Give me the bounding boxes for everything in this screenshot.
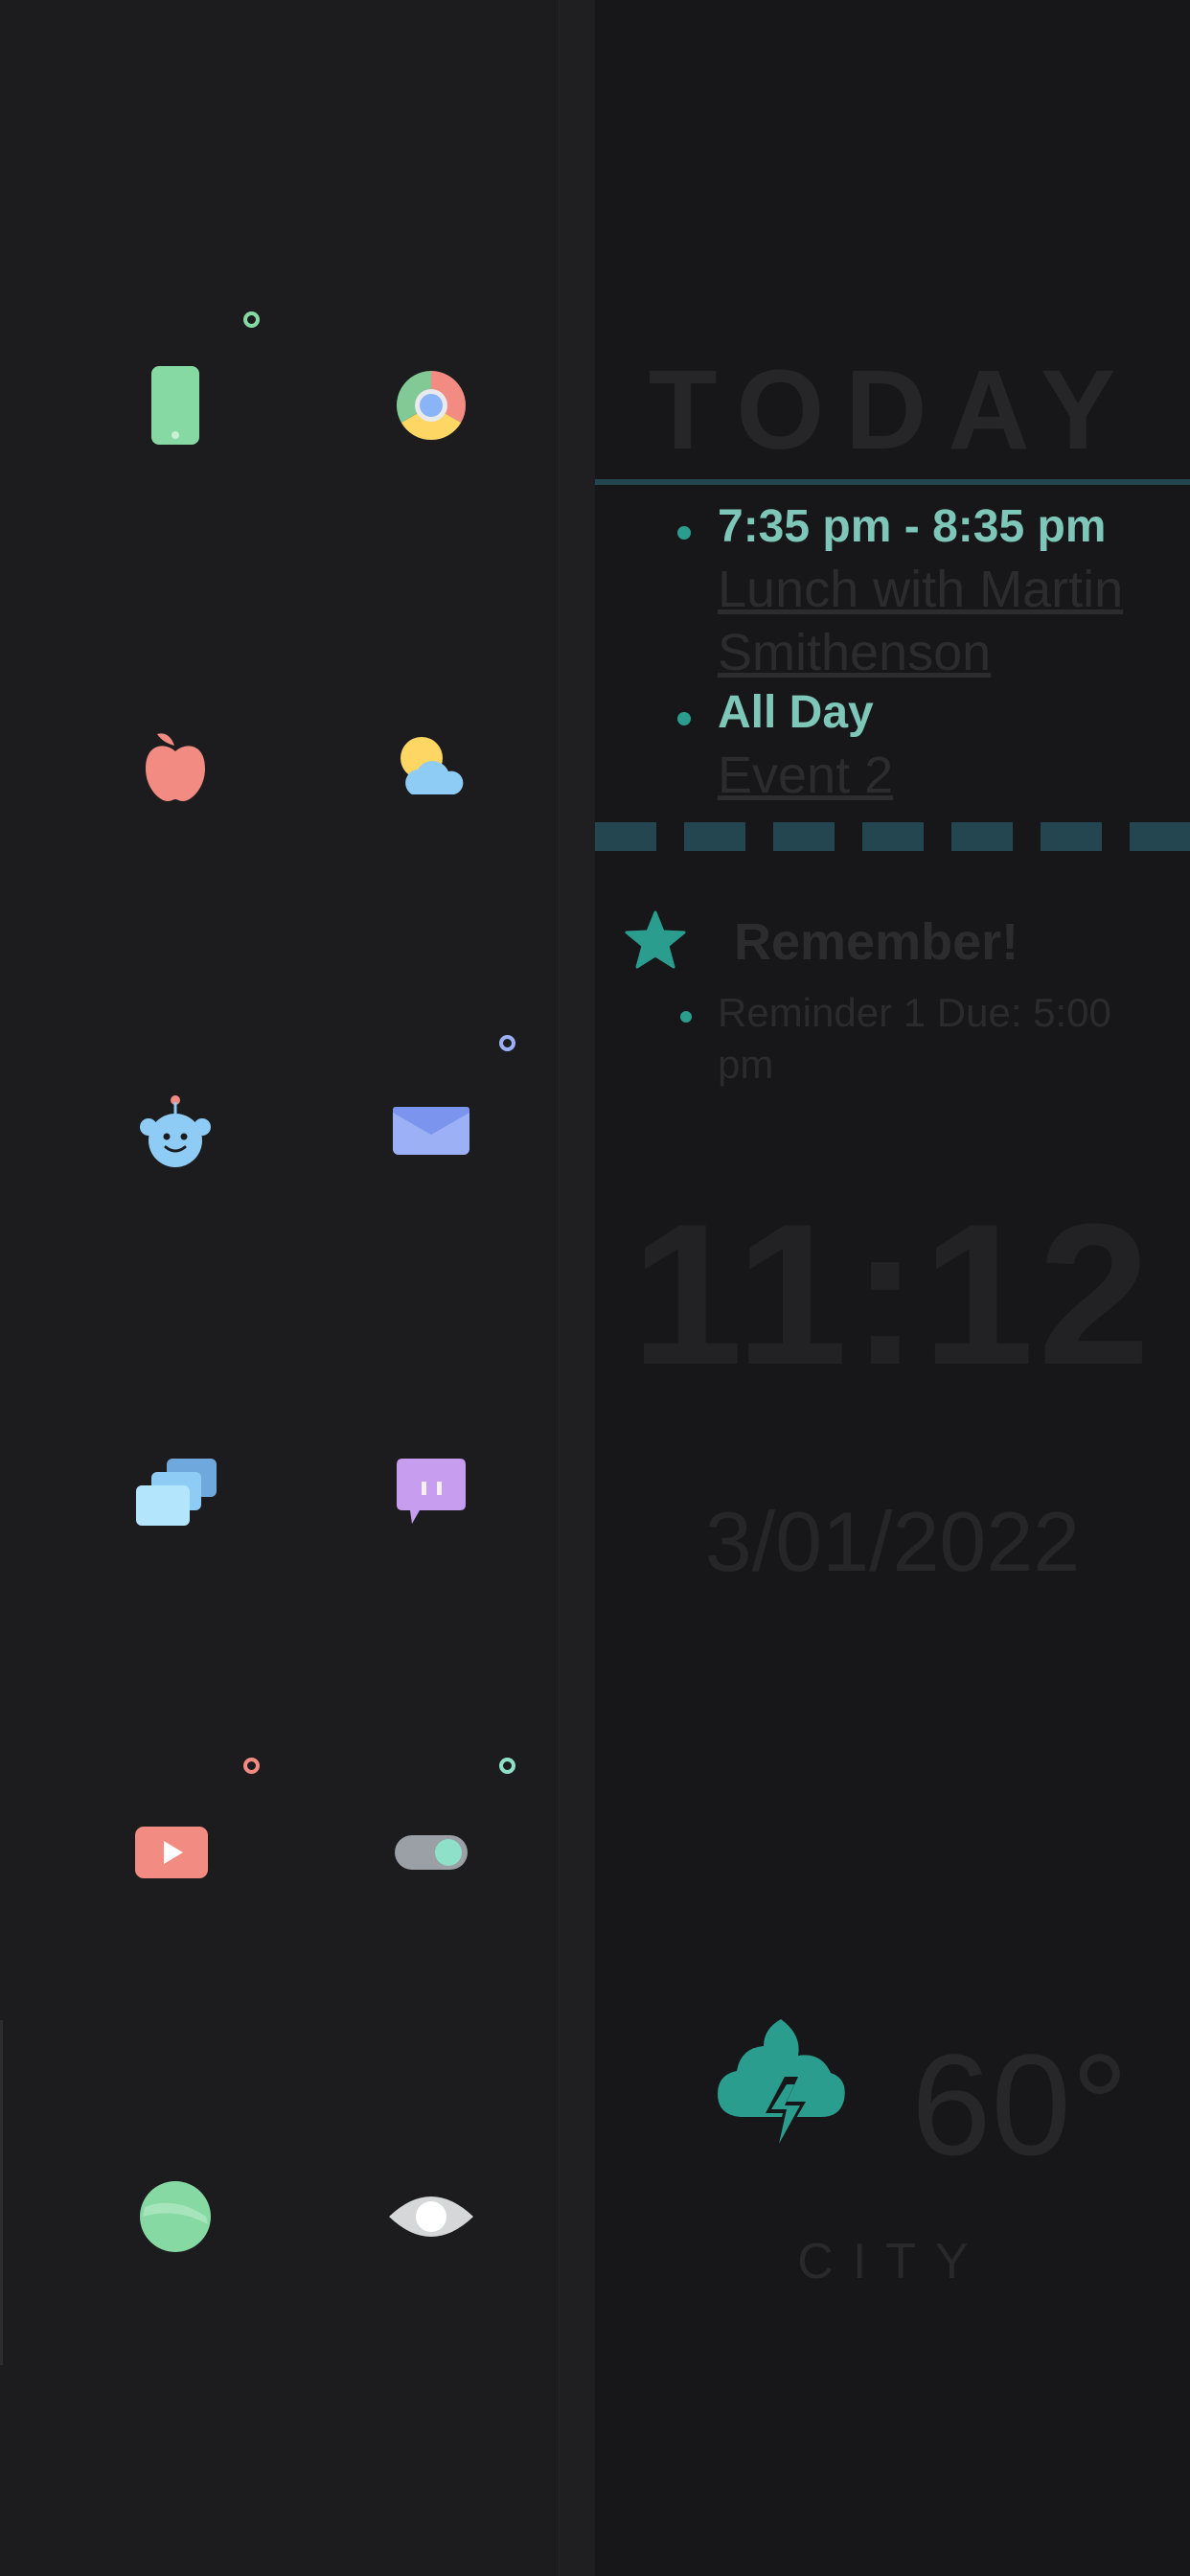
event-bullet: [677, 712, 691, 725]
event-title-link[interactable]: Lunch with Martin Smithenson: [718, 558, 1178, 684]
messages-app-icon[interactable]: [123, 1439, 228, 1545]
date-display: 3/01/2022: [704, 1494, 1081, 1589]
title-rule: [595, 479, 1190, 485]
today-title: TODAY: [648, 347, 1137, 473]
app-drawer: [0, 0, 559, 2576]
panel-divider: [559, 0, 596, 2576]
youtube-app-icon[interactable]: [119, 1800, 224, 1905]
event-time: 7:35 pm - 8:35 pm: [718, 501, 1107, 552]
reminder-bullet: [680, 1011, 692, 1023]
globe-app-icon[interactable]: [123, 2164, 228, 2269]
city-name: CITY: [797, 2234, 988, 2289]
event-bullet: [677, 526, 691, 540]
thunderstorm-icon: [714, 2017, 848, 2175]
weather-app-icon[interactable]: [378, 714, 484, 819]
star-icon: [624, 910, 687, 977]
temperature: 60°: [911, 2024, 1129, 2185]
notification-dot: [243, 1758, 260, 1774]
toggle-app-icon[interactable]: [378, 1800, 484, 1905]
notification-dot: [499, 1758, 515, 1774]
notification-dot: [499, 1035, 515, 1051]
widget-panel: TODAY 7:35 pm - 8:35 pm Lunch with Marti…: [595, 0, 1190, 2576]
reminders-title: Remember!: [734, 913, 1019, 971]
clock-time: 11:12: [630, 1182, 1155, 1407]
eye-app-icon[interactable]: [378, 2164, 484, 2269]
event-title-link[interactable]: Event 2: [718, 744, 1178, 807]
reddit-app-icon[interactable]: [123, 1078, 228, 1184]
dashed-separator: [595, 822, 1190, 851]
chrome-app-icon[interactable]: [378, 353, 484, 458]
apple-app-icon[interactable]: [123, 714, 228, 819]
notification-dot: [243, 311, 260, 328]
event-time: All Day: [718, 687, 874, 738]
chat-app-icon[interactable]: [378, 1439, 484, 1545]
phone-app-icon[interactable]: [123, 353, 228, 458]
reminder-item: Reminder 1 Due: 5:00 pm: [718, 990, 1111, 1087]
edge-handle[interactable]: [0, 2020, 3, 2365]
mail-app-icon[interactable]: [378, 1078, 484, 1184]
